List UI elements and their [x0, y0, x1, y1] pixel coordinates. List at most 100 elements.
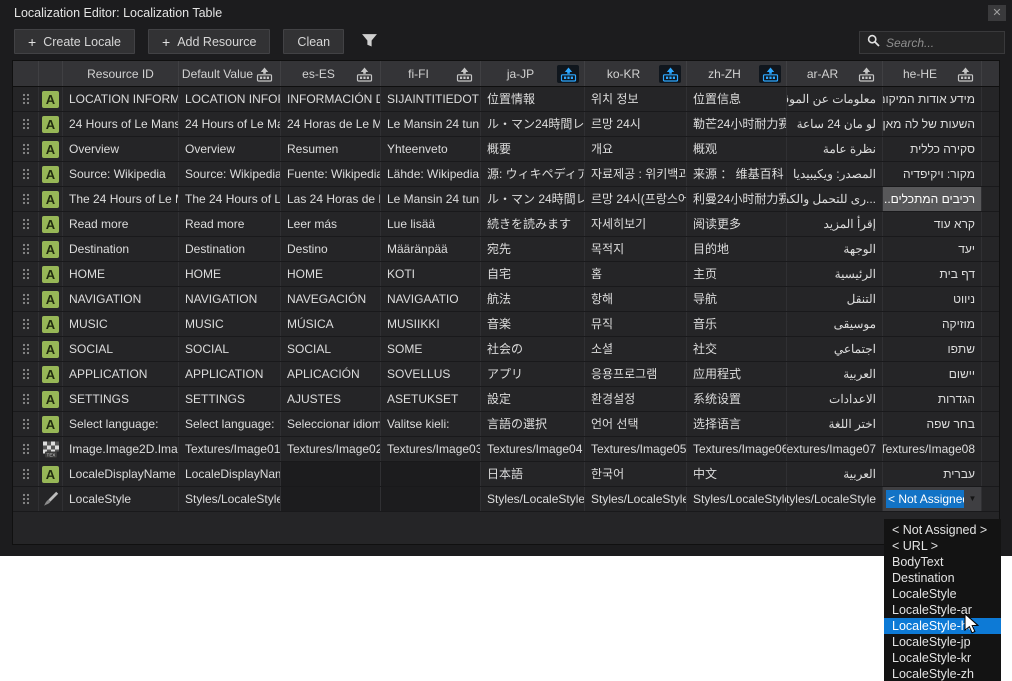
cell-he_he[interactable]: מידע אודות המיקום: [883, 87, 982, 111]
cell-he_he[interactable]: עברית: [883, 462, 982, 486]
cell-es_es[interactable]: HOME: [281, 262, 381, 286]
dropdown-item[interactable]: LocaleStyle-kr: [884, 650, 1001, 666]
cell-es_es[interactable]: INFORMACIÓN DE: [281, 87, 381, 111]
translation-sync-icon[interactable]: [253, 65, 275, 83]
cell-ja_jp[interactable]: 音楽: [481, 312, 585, 336]
translation-sync-icon[interactable]: [659, 65, 681, 83]
cell-ja_jp[interactable]: 社会の: [481, 337, 585, 361]
cell-ar_ar[interactable]: اجتماعي: [787, 337, 883, 361]
cell-es_es[interactable]: Fuente: Wikipedia: [281, 162, 381, 186]
cell-resource_id[interactable]: Source: Wikipedia: [63, 162, 179, 186]
cell-ja_jp[interactable]: 続きを読みます: [481, 212, 585, 236]
cell-he_he[interactable]: רכיבים המתכלים...: [883, 187, 982, 211]
translation-sync-icon[interactable]: [353, 65, 375, 83]
dropdown-item[interactable]: LocaleStyle-jp: [884, 634, 1001, 650]
drag-handle[interactable]: [13, 337, 39, 361]
cell-default_value[interactable]: Styles/LocaleStyle: [179, 487, 281, 511]
cell-ar_ar[interactable]: العربية: [787, 362, 883, 386]
cell-fi_fi[interactable]: ASETUKSET: [381, 387, 481, 411]
dropdown-item[interactable]: BodyText: [884, 554, 1001, 570]
cell-zh_zh[interactable]: 位置信息: [687, 87, 787, 111]
cell-ja_jp[interactable]: 自宅: [481, 262, 585, 286]
cell-he_he[interactable]: מקור: ויקיפדיה: [883, 162, 982, 186]
style-combobox[interactable]: < Not Assigned >▼: [883, 487, 981, 511]
cell-ja_jp[interactable]: 設定: [481, 387, 585, 411]
column-header-ko_kr[interactable]: ko-KR: [585, 61, 687, 86]
cell-ar_ar[interactable]: العربية: [787, 462, 883, 486]
cell-ko_kr[interactable]: 응용프로그램: [585, 362, 687, 386]
clean-button[interactable]: Clean: [283, 29, 344, 54]
cell-ja_jp[interactable]: 航法: [481, 287, 585, 311]
cell-ko_kr[interactable]: 르망 24시: [585, 112, 687, 136]
cell-default_value[interactable]: APPLICATION: [179, 362, 281, 386]
cell-ar_ar[interactable]: Textures/Image07: [787, 437, 883, 461]
column-header-zh_zh[interactable]: zh-ZH: [687, 61, 787, 86]
search-input[interactable]: [886, 36, 997, 50]
column-header-fi_fi[interactable]: fi-FI: [381, 61, 481, 86]
cell-default_value[interactable]: LOCATION INFORMATION: [179, 87, 281, 111]
cell-ar_ar[interactable]: Styles/LocaleStyle: [787, 487, 883, 511]
cell-ja_jp[interactable]: ル・マン 24時間レース: [481, 187, 585, 211]
cell-ko_kr[interactable]: 환경설정: [585, 387, 687, 411]
cell-ja_jp[interactable]: ル・マン24時間レース: [481, 112, 585, 136]
cell-zh_zh[interactable]: 目的地: [687, 237, 787, 261]
cell-es_es[interactable]: Textures/Image02: [281, 437, 381, 461]
cell-ko_kr[interactable]: 뮤직: [585, 312, 687, 336]
column-header-es_es[interactable]: es-ES: [281, 61, 381, 86]
cell-resource_id[interactable]: MUSIC: [63, 312, 179, 336]
cell-resource_id[interactable]: LocaleDisplayName: [63, 462, 179, 486]
cell-default_value[interactable]: Overview: [179, 137, 281, 161]
cell-es_es[interactable]: 24 Horas de Le Mans: [281, 112, 381, 136]
translation-sync-icon[interactable]: [557, 65, 579, 83]
cell-default_value[interactable]: Destination: [179, 237, 281, 261]
cell-es_es[interactable]: MÚSICA: [281, 312, 381, 336]
drag-handle[interactable]: [13, 412, 39, 436]
cell-zh_zh[interactable]: 阅读更多: [687, 212, 787, 236]
cell-fi_fi[interactable]: Lähde: Wikipedia: [381, 162, 481, 186]
cell-ar_ar[interactable]: التنقل: [787, 287, 883, 311]
cell-he_he[interactable]: בחר שפה: [883, 412, 982, 436]
cell-he_he[interactable]: דף בית: [883, 262, 982, 286]
cell-default_value[interactable]: The 24 Hours of Le Mans: [179, 187, 281, 211]
cell-zh_zh[interactable]: 勒芒24小时耐力赛: [687, 112, 787, 136]
drag-handle[interactable]: [13, 262, 39, 286]
cell-resource_id[interactable]: NAVIGATION: [63, 287, 179, 311]
drag-handle[interactable]: [13, 137, 39, 161]
cell-default_value[interactable]: LocaleDisplayName: [179, 462, 281, 486]
cell-he_he[interactable]: יעד: [883, 237, 982, 261]
cell-es_es[interactable]: Seleccionar idioma: [281, 412, 381, 436]
column-header-ja_jp[interactable]: ja-JP: [481, 61, 585, 86]
cell-fi_fi[interactable]: SOME: [381, 337, 481, 361]
cell-resource_id[interactable]: LocaleStyle: [63, 487, 179, 511]
column-header-resource_id[interactable]: Resource ID: [63, 61, 179, 86]
cell-zh_zh[interactable]: 系统设置: [687, 387, 787, 411]
cell-resource_id[interactable]: SETTINGS: [63, 387, 179, 411]
dropdown-item[interactable]: LocaleStyle-ar: [884, 602, 1001, 618]
cell-ko_kr[interactable]: 자세히보기: [585, 212, 687, 236]
cell-fi_fi[interactable]: Le Mansin 24 tunnin: [381, 112, 481, 136]
drag-handle[interactable]: [13, 387, 39, 411]
cell-ko_kr[interactable]: 소셜: [585, 337, 687, 361]
cell-ko_kr[interactable]: 위치 정보: [585, 87, 687, 111]
column-header-default_value[interactable]: Default Value: [179, 61, 281, 86]
cell-ar_ar[interactable]: معلومات عن الموقع: [787, 87, 883, 111]
cell-ar_ar[interactable]: إقرأ المزيد: [787, 212, 883, 236]
translation-sync-icon[interactable]: [855, 65, 877, 83]
cell-zh_zh[interactable]: 音乐: [687, 312, 787, 336]
cell-ko_kr[interactable]: Styles/LocaleStyle: [585, 487, 687, 511]
drag-handle[interactable]: [13, 212, 39, 236]
cell-ko_kr[interactable]: 자료제공 : 위키백과: [585, 162, 687, 186]
cell-default_value[interactable]: Select language:: [179, 412, 281, 436]
cell-ja_jp[interactable]: Styles/LocaleStyle: [481, 487, 585, 511]
cell-ar_ar[interactable]: نظرة عامة: [787, 137, 883, 161]
cell-fi_fi[interactable]: NAVIGAATIO: [381, 287, 481, 311]
filter-button[interactable]: [357, 29, 382, 54]
cell-ar_ar[interactable]: موسيقى: [787, 312, 883, 336]
cell-fi_fi[interactable]: Textures/Image03: [381, 437, 481, 461]
drag-handle[interactable]: [13, 287, 39, 311]
cell-default_value[interactable]: HOME: [179, 262, 281, 286]
cell-es_es[interactable]: NAVEGACIÓN: [281, 287, 381, 311]
cell-zh_zh[interactable]: Styles/LocaleStyle: [687, 487, 787, 511]
cell-fi_fi[interactable]: Yhteenveto: [381, 137, 481, 161]
cell-ar_ar[interactable]: لو مان 24 ساعة: [787, 112, 883, 136]
